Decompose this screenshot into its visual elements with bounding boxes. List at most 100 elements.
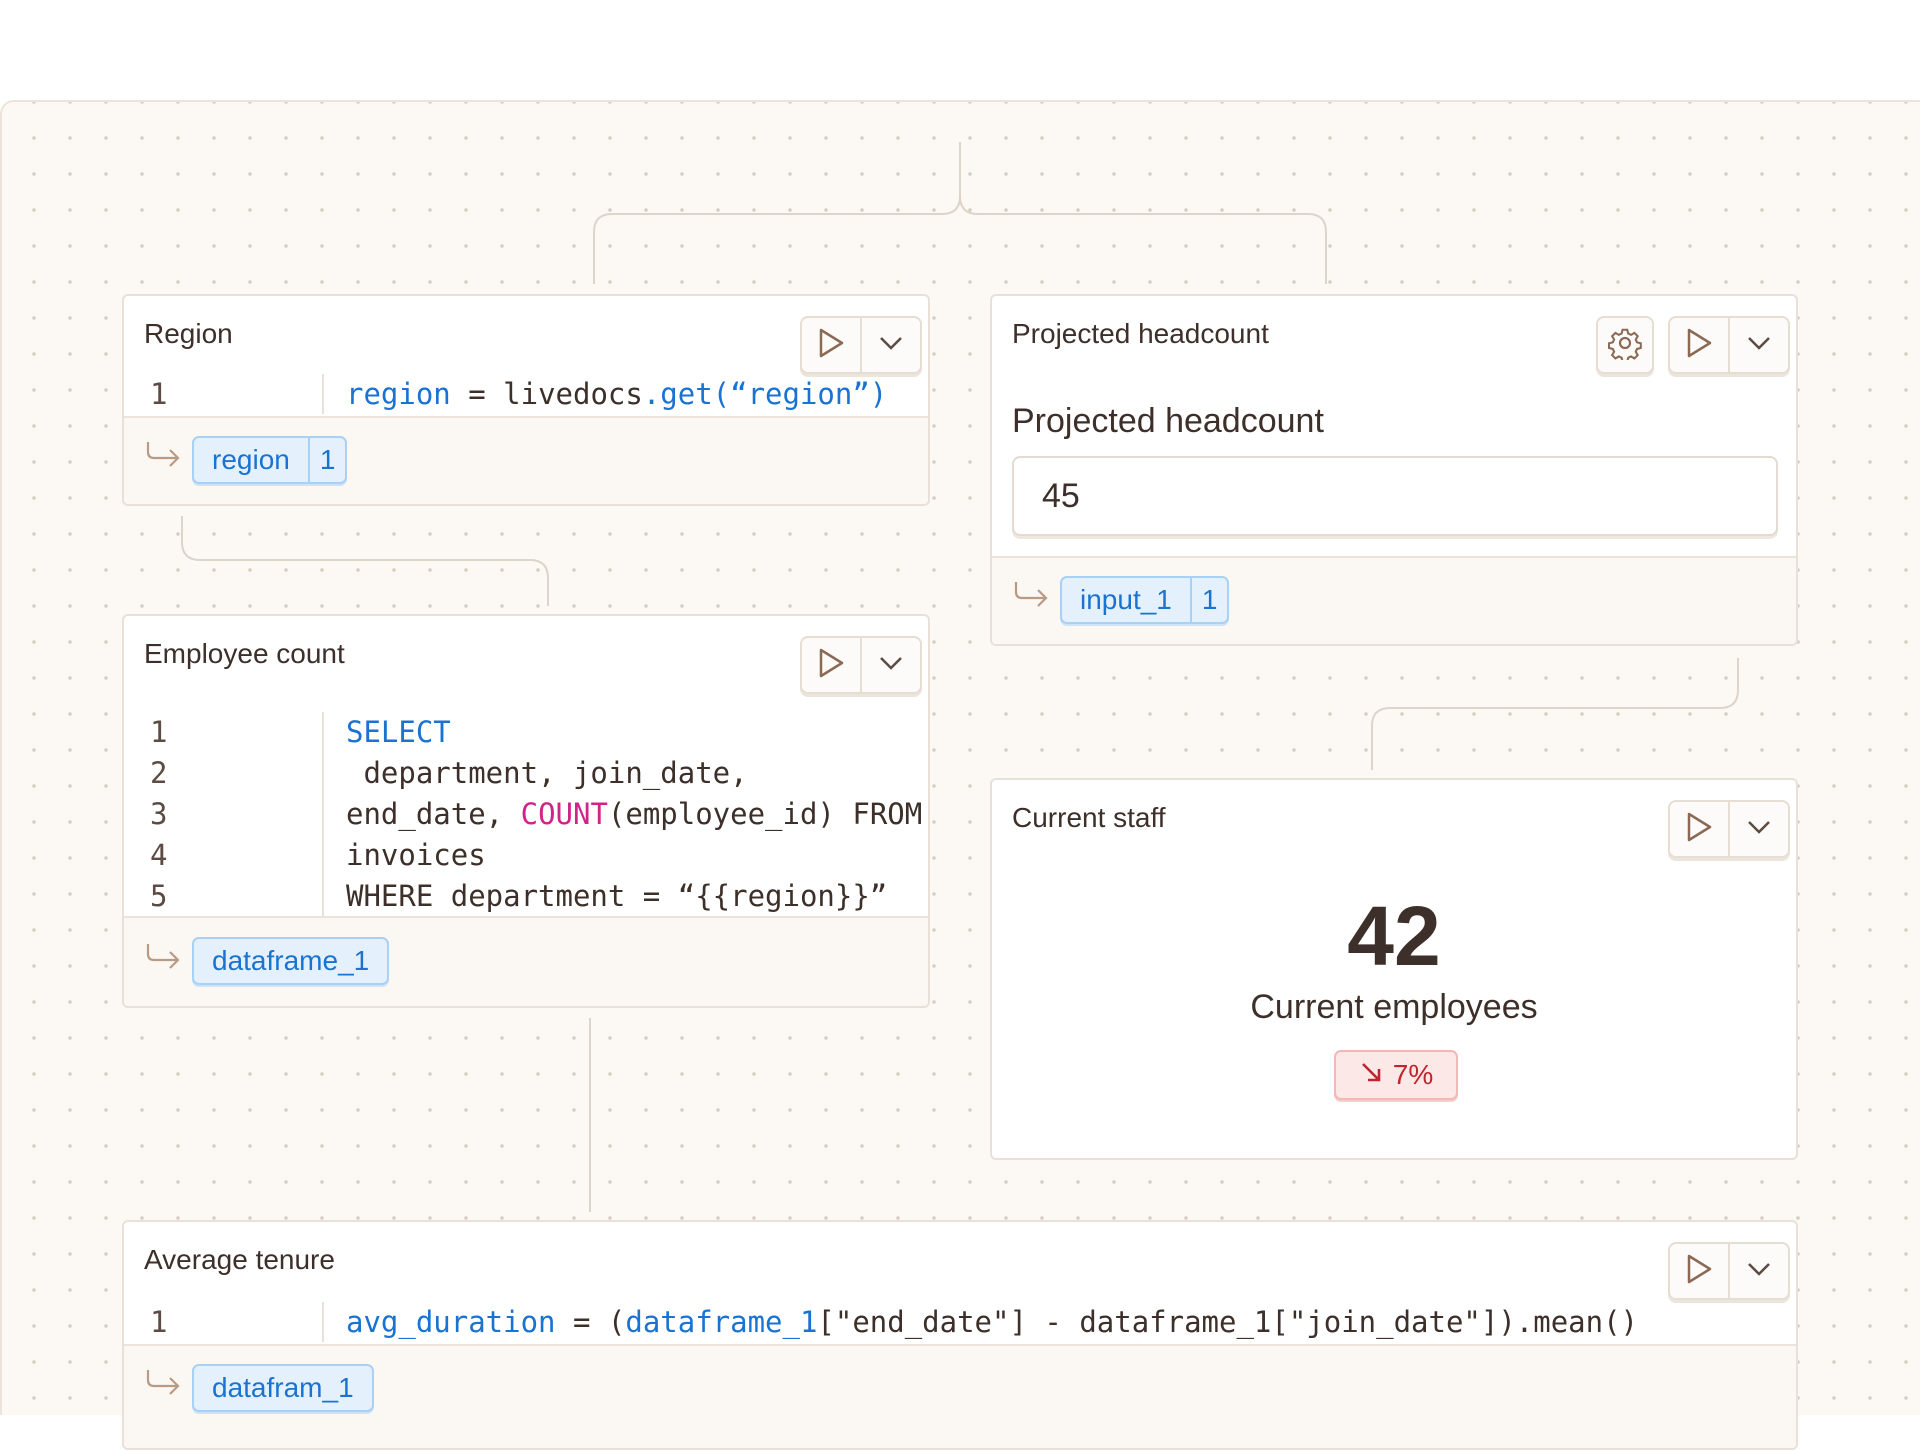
headcount-input[interactable]: 45 xyxy=(1012,456,1778,536)
code-token: end_date, xyxy=(346,797,521,831)
code-line: 1 region = livedocs.get(“region”) xyxy=(124,374,928,414)
code-editor[interactable]: 1 avg_duration = (dataframe_1["end_date"]… xyxy=(124,1302,1796,1342)
line-number: 3 xyxy=(150,797,168,831)
output-name: datafram_1 xyxy=(212,1372,354,1403)
run-controls xyxy=(1668,316,1790,374)
run-button[interactable] xyxy=(802,318,860,372)
run-icon xyxy=(816,327,846,364)
output-name: input_1 xyxy=(1080,584,1172,615)
code-text: WHERE department = “{{region}}” xyxy=(346,876,887,916)
code-token: region xyxy=(346,377,451,411)
line-number: 2 xyxy=(150,756,168,790)
run-options-button[interactable] xyxy=(1728,1244,1788,1298)
output-bar: region 1 xyxy=(124,416,928,504)
cell-title: Employee count xyxy=(144,638,345,669)
code-text: invoices xyxy=(346,835,486,875)
code-token: COUNT xyxy=(520,797,608,831)
cell-average-tenure: Average tenure 1 avg_duration = (datafram… xyxy=(122,1220,1798,1450)
run-icon xyxy=(1684,327,1714,364)
output-name: region xyxy=(212,444,290,475)
code-text: SELECT xyxy=(346,712,451,752)
delta-badge: 7% xyxy=(1334,1050,1458,1100)
chevron-down-icon xyxy=(878,655,904,676)
metric-value: 42 xyxy=(1347,889,1441,983)
cell-region: Region 1 region = livedocs.get(“region”) … xyxy=(122,294,930,506)
cell-employee-count: Employee count 1 SELECT 2 department, join… xyxy=(122,614,930,1008)
run-options-button[interactable] xyxy=(860,318,920,372)
run-controls xyxy=(800,316,922,374)
code-token: = livedocs xyxy=(450,377,643,411)
output-chip-dataframe[interactable]: dataframe_1 xyxy=(192,937,390,985)
code-token: ["end_date"] - dataframe_1["join_date"])… xyxy=(817,1305,1639,1339)
line-number: 1 xyxy=(150,1305,168,1339)
run-icon xyxy=(1684,1253,1714,1290)
run-icon xyxy=(1684,811,1714,848)
code-line: 4 invoices xyxy=(124,835,928,875)
output-chip-region[interactable]: region 1 xyxy=(192,436,348,484)
line-number: 4 xyxy=(150,838,168,872)
code-token: dataframe_1 xyxy=(625,1305,818,1339)
output-arrow-icon xyxy=(144,942,182,977)
output-count: 1 xyxy=(307,438,346,482)
cell-title: Region xyxy=(144,318,233,349)
chevron-down-icon xyxy=(1746,1261,1772,1282)
output-name: dataframe_1 xyxy=(212,945,370,976)
run-controls xyxy=(1668,1242,1790,1300)
code-token: = ( xyxy=(555,1305,626,1339)
output-arrow-icon xyxy=(1012,580,1050,615)
run-icon xyxy=(816,647,846,684)
run-options-button[interactable] xyxy=(860,638,920,692)
cell-current-staff: Current staff 42 Current employees 7% xyxy=(990,778,1798,1160)
code-text: region = livedocs.get(“region”) xyxy=(346,374,887,414)
code-token: .get(“region”) xyxy=(642,377,888,411)
code-token: WHERE department = “{{region}}” xyxy=(346,879,888,913)
run-controls xyxy=(800,636,922,694)
run-button[interactable] xyxy=(802,638,860,692)
code-token: avg_duration xyxy=(346,1305,556,1339)
code-text: end_date, COUNT(employee_id) FROM xyxy=(346,794,922,834)
output-chip-input[interactable]: input_1 1 xyxy=(1060,576,1230,624)
output-arrow-icon xyxy=(144,1368,182,1403)
chevron-down-icon xyxy=(1746,819,1772,840)
code-editor[interactable]: 1 SELECT 2 department, join_date, 3 end_date… xyxy=(124,712,928,920)
output-chip-datafram[interactable]: datafram_1 xyxy=(192,1364,374,1412)
output-bar: dataframe_1 xyxy=(124,916,928,1006)
code-token: invoices xyxy=(346,838,486,872)
code-line: 1 avg_duration = (dataframe_1["end_date"]… xyxy=(124,1302,1796,1342)
delta-value: 7% xyxy=(1392,1059,1434,1090)
chevron-down-icon xyxy=(878,335,904,356)
code-token: department, join_date, xyxy=(346,756,748,790)
code-token: (employee_id) FROM xyxy=(607,797,923,831)
line-number: 5 xyxy=(150,879,168,913)
run-options-button[interactable] xyxy=(1728,318,1788,372)
cell-title: Current staff xyxy=(1012,802,1166,833)
cell-projected-headcount: Projected headcount Projected headcount … xyxy=(990,294,1798,646)
code-editor[interactable]: 1 region = livedocs.get(“region”) xyxy=(124,374,928,414)
code-token: SELECT xyxy=(346,715,451,749)
cell-title: Average tenure xyxy=(144,1244,335,1275)
cell-title: Projected headcount xyxy=(1012,318,1269,349)
line-number: 1 xyxy=(150,377,168,411)
settings-button[interactable] xyxy=(1596,316,1654,374)
gear-icon xyxy=(1608,326,1642,365)
output-count: 1 xyxy=(1189,578,1228,622)
run-button[interactable] xyxy=(1670,802,1728,856)
run-controls xyxy=(1668,800,1790,858)
line-number: 1 xyxy=(150,715,168,749)
code-line: 2 department, join_date, xyxy=(124,753,928,793)
metric-label: Current employees xyxy=(1250,988,1538,1026)
output-bar: input_1 1 xyxy=(992,556,1796,644)
code-line: 3 end_date, COUNT(employee_id) FROM xyxy=(124,794,928,834)
run-button[interactable] xyxy=(1670,1244,1728,1298)
chevron-down-icon xyxy=(1746,335,1772,356)
code-text: avg_duration = (dataframe_1["end_date"] … xyxy=(346,1302,1638,1342)
input-label: Projected headcount xyxy=(1012,402,1324,440)
trend-down-icon xyxy=(1359,1059,1383,1091)
run-options-button[interactable] xyxy=(1728,802,1788,856)
output-arrow-icon xyxy=(144,440,182,475)
output-bar: datafram_1 xyxy=(124,1344,1796,1448)
run-button[interactable] xyxy=(1670,318,1728,372)
code-text: department, join_date, xyxy=(346,753,748,793)
code-line: 5 WHERE department = “{{region}}” xyxy=(124,876,928,916)
code-line: 1 SELECT xyxy=(124,712,928,752)
